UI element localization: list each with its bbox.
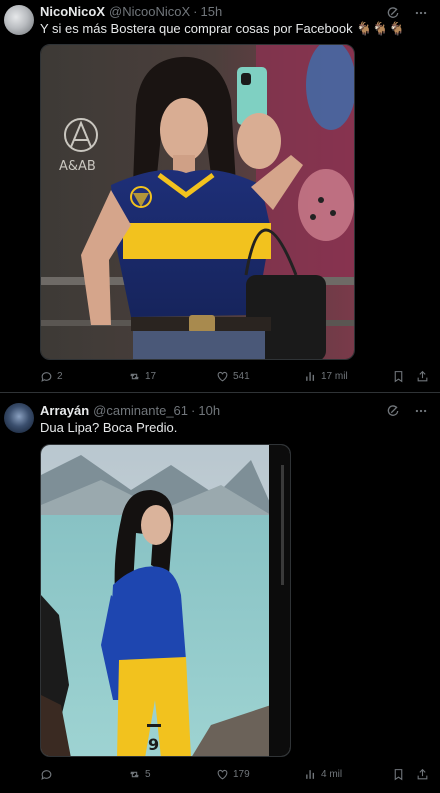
timestamp[interactable]: 10h — [198, 403, 220, 419]
display-name[interactable]: Arrayán — [40, 403, 89, 419]
more-options-icon[interactable] — [414, 404, 428, 418]
view-count: 4 mil — [321, 768, 343, 780]
share-icon — [416, 370, 429, 383]
heart-icon — [216, 370, 229, 383]
reply-button[interactable] — [40, 766, 57, 782]
repost-icon — [128, 768, 141, 781]
views-button[interactable]: 4 mil — [304, 766, 342, 782]
share-icon — [416, 768, 429, 781]
tweet-header: NicoNicoX @NicooNicoX · 15h — [40, 4, 222, 20]
tweet-photo[interactable]: 9 — [40, 444, 291, 757]
grok-icon[interactable] — [386, 404, 400, 418]
tweet[interactable]: NicoNicoX @NicooNicoX · 15h Y si es más … — [0, 0, 440, 392]
bookmark-icon — [392, 370, 405, 383]
analytics-icon — [304, 370, 317, 383]
view-count: 17 mil — [321, 370, 348, 382]
repost-button[interactable]: 17 — [128, 368, 156, 384]
tweet-top-actions — [386, 404, 428, 418]
grok-icon[interactable] — [386, 6, 400, 20]
share-button[interactable] — [416, 766, 429, 782]
tweet[interactable]: Arrayán @caminante_61 · 10h Dua Lipa? Bo… — [0, 395, 440, 793]
repost-icon — [128, 370, 141, 383]
tweet-divider — [0, 392, 440, 393]
svg-text:9: 9 — [148, 735, 159, 754]
timestamp[interactable]: 15h — [200, 4, 222, 20]
repost-count: 17 — [145, 370, 157, 382]
tweet-text: Y si es más Bostera que comprar cosas po… — [40, 21, 405, 36]
repost-count: 5 — [145, 768, 151, 780]
heart-icon — [216, 768, 229, 781]
like-count: 179 — [233, 768, 250, 780]
photo-mirror-selfie-icon: A&AB — [41, 45, 354, 359]
tweet-text: Dua Lipa? Boca Predio. — [40, 420, 178, 435]
bookmark-button[interactable] — [392, 766, 405, 782]
bookmark-icon — [392, 768, 405, 781]
like-button[interactable]: 179 — [216, 766, 250, 782]
repost-button[interactable]: 5 — [128, 766, 151, 782]
tweet-header: Arrayán @caminante_61 · 10h — [40, 403, 220, 419]
separator: · — [191, 403, 196, 418]
tweet-top-actions — [386, 6, 428, 20]
tweet-actions: 5 179 4 mil — [40, 766, 430, 782]
user-handle[interactable]: @caminante_61 — [93, 403, 188, 419]
like-button[interactable]: 541 — [216, 368, 250, 384]
avatar[interactable] — [4, 5, 34, 35]
reply-icon — [40, 370, 53, 383]
like-count: 541 — [233, 370, 250, 382]
tweet-photo[interactable]: A&AB — [40, 44, 355, 360]
separator: · — [193, 4, 198, 19]
share-button[interactable] — [416, 368, 429, 384]
views-button[interactable]: 17 mil — [304, 368, 348, 384]
reply-count: 2 — [57, 370, 63, 382]
svg-text:A&AB: A&AB — [59, 159, 96, 174]
avatar[interactable] — [4, 403, 34, 433]
tweet-actions: 2 17 541 17 mil — [40, 368, 430, 384]
bookmark-button[interactable] — [392, 368, 405, 384]
photo-lake-landscape-icon: 9 — [41, 445, 290, 756]
reply-button[interactable]: 2 — [40, 368, 63, 384]
more-options-icon[interactable] — [414, 6, 428, 20]
reply-icon — [40, 768, 53, 781]
user-handle[interactable]: @NicooNicoX — [109, 4, 190, 20]
analytics-icon — [304, 768, 317, 781]
display-name[interactable]: NicoNicoX — [40, 4, 105, 20]
